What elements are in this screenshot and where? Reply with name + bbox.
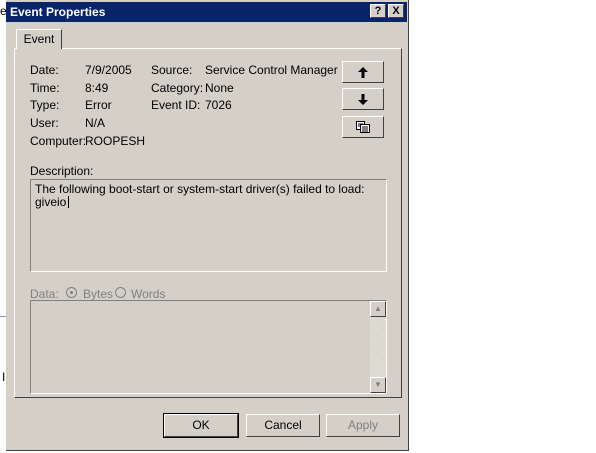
data-scrollbar[interactable]: ▲ ▼ [370,301,386,393]
cancel-button[interactable]: Cancel [246,414,320,437]
computer-label: Computer: [30,134,87,148]
time-label: Time: [30,81,60,95]
event-properties-dialog: Event Properties ? X Event Date: 7/9/200… [6,0,409,451]
arrow-down-icon [358,93,368,105]
ok-button[interactable]: OK [163,413,239,438]
apply-button[interactable]: Apply [326,414,400,437]
description-line: giveio [35,195,67,209]
previous-event-button[interactable] [342,61,384,83]
type-label: Type: [30,98,60,112]
time-value: 8:49 [85,81,109,95]
description-textbox[interactable]: The following boot-start or system-start… [30,179,387,272]
computer-value: ROOPESH [85,134,146,148]
data-textbox[interactable]: ▲ ▼ [30,300,387,394]
text-caret [68,196,70,208]
category-label: Category: [151,81,204,95]
category-value: None [205,81,234,95]
event-id-value: 7026 [205,98,232,112]
source-label: Source: [151,63,193,77]
user-label: User: [30,116,59,130]
date-value: 7/9/2005 [85,63,132,77]
arrow-up-icon [358,66,368,78]
type-value: Error [85,98,112,112]
copy-event-button[interactable] [342,116,384,138]
data-label: Data: [30,287,59,301]
user-value: N/A [85,116,106,130]
copy-icon [356,121,370,133]
bytes-radio[interactable] [66,287,77,298]
source-value: Service Control Manager [205,63,338,77]
window-title: Event Properties [10,5,106,19]
words-radio[interactable] [115,287,126,298]
radio-selected-dot [70,291,73,294]
words-radio-label: Words [131,287,166,301]
close-button[interactable]: X [388,4,404,18]
date-label: Date: [30,63,59,77]
scroll-up-arrow-icon[interactable]: ▲ [370,301,386,317]
tab-event[interactable]: Event [16,29,62,49]
description-label: Description: [30,164,94,178]
bytes-radio-label: Bytes [83,287,114,301]
scroll-down-arrow-icon[interactable]: ▼ [370,377,386,393]
description-line: The following boot-start or system-start… [35,182,365,196]
title-bar[interactable]: Event Properties ? X [6,2,407,22]
event-id-label: Event ID: [151,98,201,112]
background-text-fragment: I [2,370,6,384]
help-button[interactable]: ? [370,4,386,18]
next-event-button[interactable] [342,88,384,110]
